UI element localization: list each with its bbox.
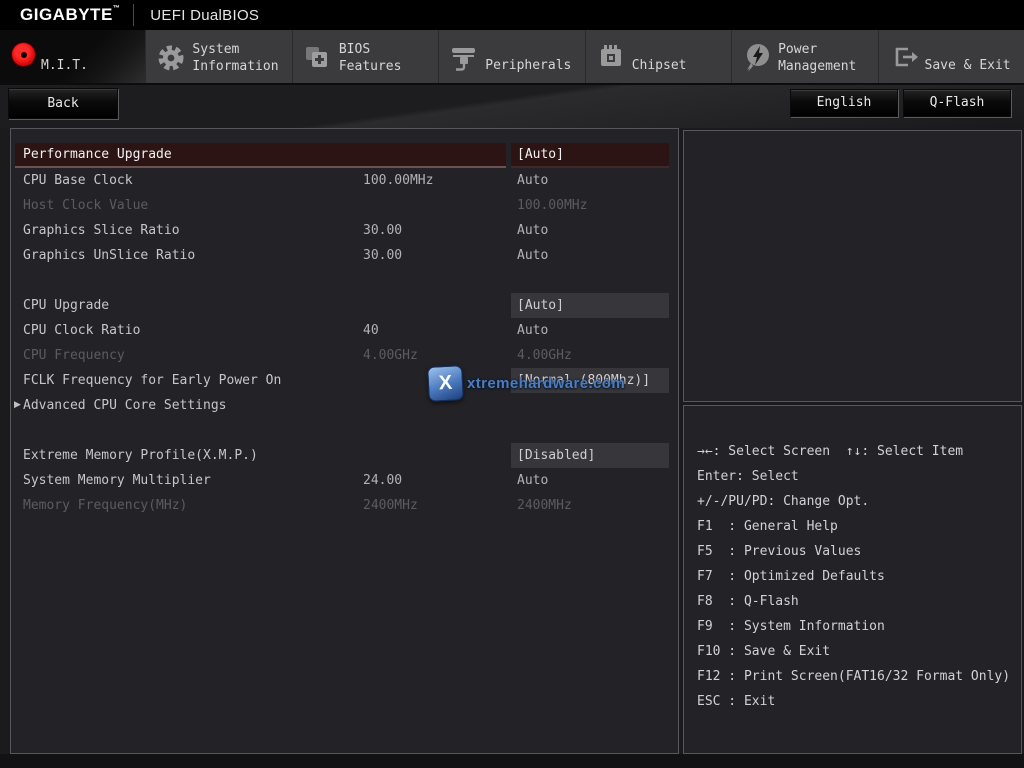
exit-door-icon: [895, 47, 918, 67]
key-help-lines: →←: Select Screen ↑↓: Select Item Enter: …: [684, 406, 1021, 714]
settings-list: Performance Upgrade [Auto] CPU Base Clock 1…: [11, 143, 678, 518]
item-help-panel: [683, 130, 1022, 402]
tab-label: M.I.T.: [41, 58, 88, 73]
help-line: +/-/PU/PD: Change Opt.: [697, 494, 870, 509]
chipset-icon: [600, 45, 621, 66]
help-line: F5 : Previous Values: [697, 544, 862, 559]
setting-current-value: 2400MHz: [363, 498, 418, 513]
setting-row: CPU Frequency 4.00GHz 4.00GHz: [11, 343, 678, 368]
setting-row: Host Clock Value 100.00MHz: [11, 193, 678, 218]
topbar-divider: [133, 4, 135, 26]
setting-row[interactable]: Performance Upgrade [Auto]: [11, 143, 678, 168]
setting-label: CPU Frequency: [23, 348, 125, 363]
firmware-title: UEFI DualBIOS: [150, 6, 260, 24]
setting-current-value: 24.00: [363, 473, 403, 488]
setting-row[interactable]: CPU Upgrade [Auto]: [11, 293, 678, 318]
setting-option-value: 100.00MHz: [517, 198, 588, 213]
top-bar: GIGABYTE™ UEFI DualBIOS: [0, 0, 1024, 30]
gear-icon: [158, 45, 184, 71]
setting-row[interactable]: Graphics UnSlice Ratio 30.00 Auto: [11, 243, 678, 268]
tab-peripherals[interactable]: Peripherals: [439, 30, 586, 83]
mit-target-icon: [12, 43, 35, 66]
setting-row[interactable]: Graphics Slice Ratio 30.00 Auto: [11, 218, 678, 243]
setting-row: Memory Frequency(MHz) 2400MHz 2400MHz: [11, 493, 678, 518]
settings-panel: Performance Upgrade [Auto] CPU Base Clock 1…: [10, 128, 679, 754]
setting-option-value: Auto: [517, 323, 549, 338]
help-line: F7 : Optimized Defaults: [697, 569, 885, 584]
setting-label: System Memory Multiplier: [23, 473, 211, 488]
setting-option-value: Auto: [517, 248, 549, 263]
help-line: F10 : Save & Exit: [697, 644, 831, 659]
watermark-text: xtremehardware.com: [467, 375, 626, 392]
key-help-panel: →←: Select Screen ↑↓: Select Item Enter: …: [683, 405, 1022, 754]
setting-label: CPU Upgrade: [23, 298, 110, 313]
power-bolt-icon: [747, 44, 770, 72]
tab-label: Save & Exit: [924, 58, 1011, 73]
bios-screen: GIGABYTE™ UEFI DualBIOS M.I.T. System Inf…: [0, 0, 1024, 768]
tab-bar: M.I.T. SystemInformation BIOSFeatures: [0, 30, 1024, 85]
setting-option-value: Auto: [517, 223, 549, 238]
setting-option-value: 2400MHz: [517, 498, 572, 513]
language-button[interactable]: English: [790, 89, 898, 117]
tab-save-exit[interactable]: Save & Exit: [878, 30, 1024, 83]
setting-option-value: Auto: [517, 473, 549, 488]
tab-label: BIOS Features: [338, 41, 402, 74]
help-line: F1 : General Help: [697, 519, 838, 534]
setting-label: Performance Upgrade: [15, 143, 506, 168]
setting-label: CPU Clock Ratio: [23, 323, 141, 338]
setting-row[interactable]: System Memory Multiplier 24.00 Auto: [11, 468, 678, 493]
help-line: ESC : Exit: [697, 694, 776, 709]
tab-label: Chipset: [631, 58, 687, 73]
setting-option-value: 4.00GHz: [517, 348, 572, 363]
help-line: Enter: Select: [697, 469, 799, 484]
setting-label: Graphics Slice Ratio: [23, 223, 180, 238]
gigabyte-logo: GIGABYTE™: [20, 5, 121, 24]
row-spacer: [11, 268, 678, 293]
setting-label: Graphics UnSlice Ratio: [23, 248, 196, 263]
setting-current-value: 4.00GHz: [363, 348, 418, 363]
setting-option-value: [Auto]: [511, 293, 669, 318]
setting-label: Memory Frequency(MHz): [23, 498, 188, 513]
row-spacer: [11, 418, 678, 443]
setting-row[interactable]: Extreme Memory Profile(X.M.P.) [Disabled]: [11, 443, 678, 468]
tab-chipset[interactable]: Chipset: [585, 30, 733, 83]
tab-label: System Information: [192, 41, 279, 74]
tab-label: Power Management: [778, 41, 857, 74]
setting-label: Extreme Memory Profile(X.M.P.): [23, 448, 258, 463]
help-line: F9 : System Information: [697, 619, 885, 634]
tab-system-information[interactable]: System Information: [146, 30, 293, 83]
tab-power-management[interactable]: Power Management: [732, 30, 879, 83]
tab-mit[interactable]: M.I.T.: [0, 30, 147, 83]
bottom-strip: [0, 754, 1024, 768]
help-line: F12 : Print Screen(FAT16/32 Format Only): [697, 669, 1011, 684]
bios-chip-icon: [305, 47, 327, 67]
watermark-x-logo-icon: X: [427, 365, 464, 402]
help-line: F8 : Q-Flash: [697, 594, 799, 609]
help-line: →←: Select Screen ↑↓: Select Item: [697, 444, 964, 459]
tab-bios-features[interactable]: BIOS Features: [292, 30, 440, 83]
setting-current-value: 100.00MHz: [363, 173, 434, 188]
qflash-button[interactable]: Q-Flash: [903, 89, 1011, 117]
peripherals-icon: [452, 48, 476, 71]
setting-option-value: Auto: [517, 173, 549, 188]
setting-current-value: 30.00: [363, 248, 403, 263]
setting-label: Host Clock Value: [23, 198, 149, 213]
watermark: X xtremehardware.com: [427, 365, 626, 402]
back-button[interactable]: Back: [8, 88, 118, 119]
setting-current-value: 30.00: [363, 223, 403, 238]
setting-row[interactable]: CPU Clock Ratio 40 Auto: [11, 318, 678, 343]
sub-bar: Back English Q-Flash: [0, 85, 1024, 128]
tab-label: Peripherals: [485, 58, 572, 73]
setting-row[interactable]: CPU Base Clock 100.00MHz Auto: [11, 168, 678, 193]
setting-option-value: [Disabled]: [511, 443, 669, 468]
setting-option-value: [Auto]: [511, 143, 669, 168]
setting-current-value: 40: [363, 323, 379, 338]
trademark-mark: ™: [112, 5, 121, 12]
